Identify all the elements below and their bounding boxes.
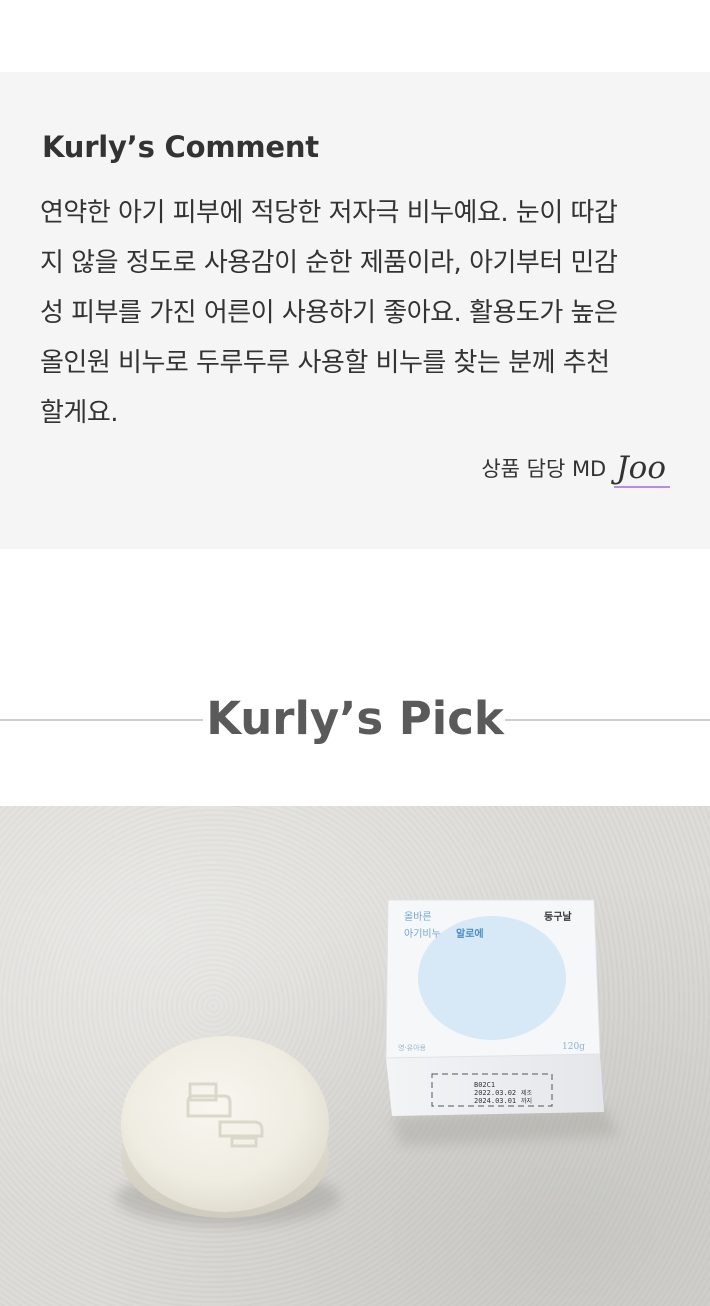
soap-bar [121, 1036, 329, 1218]
comment-line: 성 피부를 가진 어른이 사용하기 좋아요. 활용도가 높은 [40, 298, 618, 328]
box-text-line1: 올바른 [404, 911, 432, 923]
box-tag: 영·유아용 [398, 1043, 427, 1052]
pick-title: Kurly’s Pick [206, 692, 504, 745]
mfg-suffix: 제조 [521, 1089, 533, 1097]
md-signature: Joo [614, 450, 670, 488]
box-brand: 둥구날 [544, 910, 572, 923]
comment-body: 연약한 아기 피부에 적당한 저자극 비누예요. 눈이 따갑 지 않을 정도로 … [40, 188, 670, 438]
exp-date: 2024.03.01 [474, 1097, 516, 1105]
box-text-line2b: 알로에 [456, 927, 484, 940]
comment-line: 할게요. [40, 398, 119, 428]
md-label: 상품 담당 MD [481, 457, 607, 481]
comment-line: 연약한 아기 피부에 적당한 저자극 비누예요. 눈이 따갑 [40, 198, 618, 228]
comment-line: 지 않을 정도로 사용감이 순한 제품이라, 아기부터 민감 [40, 248, 618, 278]
comment-line: 올인원 비누로 두루두루 사용할 비누를 찾는 분께 추천 [40, 348, 610, 378]
mfg-date: 2022.03.02 [474, 1089, 516, 1097]
md-signature-block: 상품 담당 MD Joo [481, 450, 670, 488]
product-box: 올바른 아기비누 알로에 둥구날 영·유아용 120g B02C1 2022.0… [385, 899, 604, 1116]
lot-number: B02C1 [474, 1081, 495, 1089]
product-photo: 올바른 아기비누 알로에 둥구날 영·유아용 120g B02C1 2022.0… [0, 806, 710, 1306]
box-weight: 120g [562, 1042, 585, 1052]
product-illustration: 올바른 아기비누 알로에 둥구날 영·유아용 120g B02C1 2022.0… [116, 899, 620, 1226]
exp-suffix: 까지 [521, 1097, 532, 1105]
box-text-line2a: 아기비누 [404, 928, 441, 940]
comment-title: Kurly’s Comment [42, 130, 319, 164]
